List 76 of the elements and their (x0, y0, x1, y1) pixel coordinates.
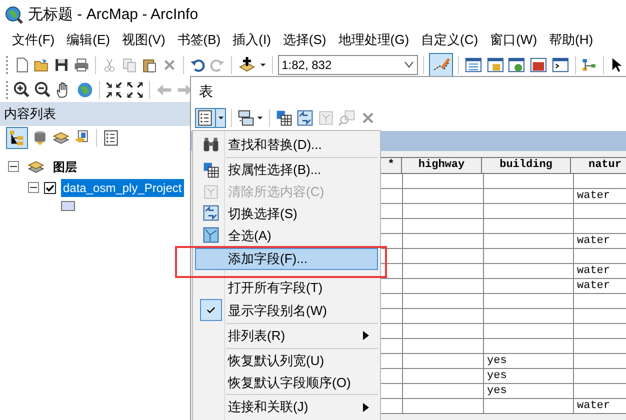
scale-dropdown[interactable]: 1:82, 832 (278, 55, 418, 75)
menu-item[interactable]: 全选(A) (195, 224, 378, 246)
expand-arrows-icon[interactable] (126, 81, 144, 99)
panel-title: 内容列表 (4, 105, 56, 124)
menu-item[interactable]: 地理处理(G) (338, 30, 410, 50)
table-cell: water (574, 234, 626, 249)
clear-selection-icon (202, 182, 220, 201)
options-icon (196, 109, 214, 127)
menu-item[interactable]: 添加字段(F)... (195, 248, 378, 270)
zoom-in-icon[interactable] (13, 81, 31, 99)
table-options-button[interactable] (195, 108, 226, 128)
switch-selection-icon[interactable] (296, 109, 314, 127)
menu-item[interactable]: 查找和替换(D)... (195, 134, 378, 156)
list-window-icon[interactable] (464, 55, 482, 75)
menu-item[interactable]: 连接和关联(J) (195, 396, 378, 418)
menu-item[interactable]: 书签(B) (177, 30, 221, 50)
collapse-toggle[interactable] (28, 182, 39, 193)
menu-item[interactable]: 帮助(H) (549, 30, 594, 50)
menu-item[interactable]: 文件(F) (12, 30, 55, 50)
menu-item[interactable]: 选择(S) (282, 30, 326, 50)
column-header[interactable]: building (481, 157, 571, 174)
table-cell: water (574, 264, 626, 279)
options-icon[interactable] (102, 129, 120, 147)
app-globe-icon (4, 5, 24, 25)
group-label[interactable]: 图层 (53, 158, 77, 176)
menu-item[interactable]: 插入(I) (232, 30, 271, 50)
menu-item[interactable]: 按属性选择(B)... (195, 158, 378, 181)
menu-item[interactable]: 打开所有字段(T) (195, 277, 378, 299)
menu-item[interactable]: 排列表(R) (195, 324, 378, 347)
submenu-arrow-icon (363, 402, 369, 412)
window-title: 无标题 - ArcMap - ArcInfo (28, 4, 198, 25)
menu-item[interactable]: 自定义(C) (421, 30, 478, 50)
select-by-attributes-icon (202, 160, 220, 179)
column-header[interactable]: natur (570, 157, 626, 174)
open-folder-icon[interactable] (32, 56, 50, 74)
table-cell: water (574, 189, 626, 204)
submenu-arrow-icon (363, 331, 369, 340)
symbol-swatch (61, 201, 75, 211)
table-cell: water (574, 399, 626, 414)
printer-icon[interactable] (72, 56, 90, 74)
menu-item[interactable]: 显示字段别名(W) (195, 298, 378, 322)
tables-icon (237, 109, 255, 127)
zoom-out-icon[interactable] (34, 81, 52, 99)
column-header[interactable]: highway (401, 157, 482, 174)
table-cell: yes (484, 354, 574, 369)
related-tables-button[interactable] (237, 109, 264, 127)
collapse-toggle[interactable] (8, 161, 19, 172)
select-by-attributes-icon[interactable] (275, 109, 293, 127)
chevron-icon (404, 61, 414, 69)
save-icon[interactable] (52, 56, 70, 74)
shrink-arrows-icon[interactable] (105, 81, 123, 99)
menu-item[interactable]: 恢复默认字段顺序(O) (195, 371, 378, 394)
list-by-drawing-order-button[interactable] (6, 127, 28, 149)
binoculars-icon (202, 136, 220, 154)
editor-button[interactable] (428, 53, 453, 77)
toolbox-icon[interactable] (529, 55, 548, 75)
column-header[interactable]: * (380, 157, 402, 174)
menu-item[interactable]: 切换选择(S) (195, 202, 378, 224)
tree-icon (8, 129, 26, 147)
menu-item[interactable]: 编辑(E) (66, 30, 110, 50)
menu-item[interactable]: 窗口(W) (490, 30, 538, 50)
table-cell: yes (484, 384, 574, 399)
switch-selection-icon (202, 204, 220, 222)
catalog-window-icon[interactable] (486, 55, 504, 75)
window-title: 表 (199, 82, 213, 100)
search-window-icon[interactable] (507, 55, 526, 75)
layer-item[interactable]: data_osm_ply_Project (61, 178, 184, 196)
layer-checkbox[interactable] (44, 182, 56, 194)
table-cell: yes (484, 369, 574, 384)
select-all-icon (202, 226, 220, 244)
menu-item[interactable]: 恢复默认列宽(U) (195, 350, 378, 372)
table-cell: water (574, 279, 626, 294)
menu-item[interactable]: 视图(V) (122, 30, 166, 50)
model-icon[interactable] (580, 56, 598, 74)
layers-icon[interactable] (52, 129, 70, 147)
checkmark-icon (200, 299, 222, 322)
